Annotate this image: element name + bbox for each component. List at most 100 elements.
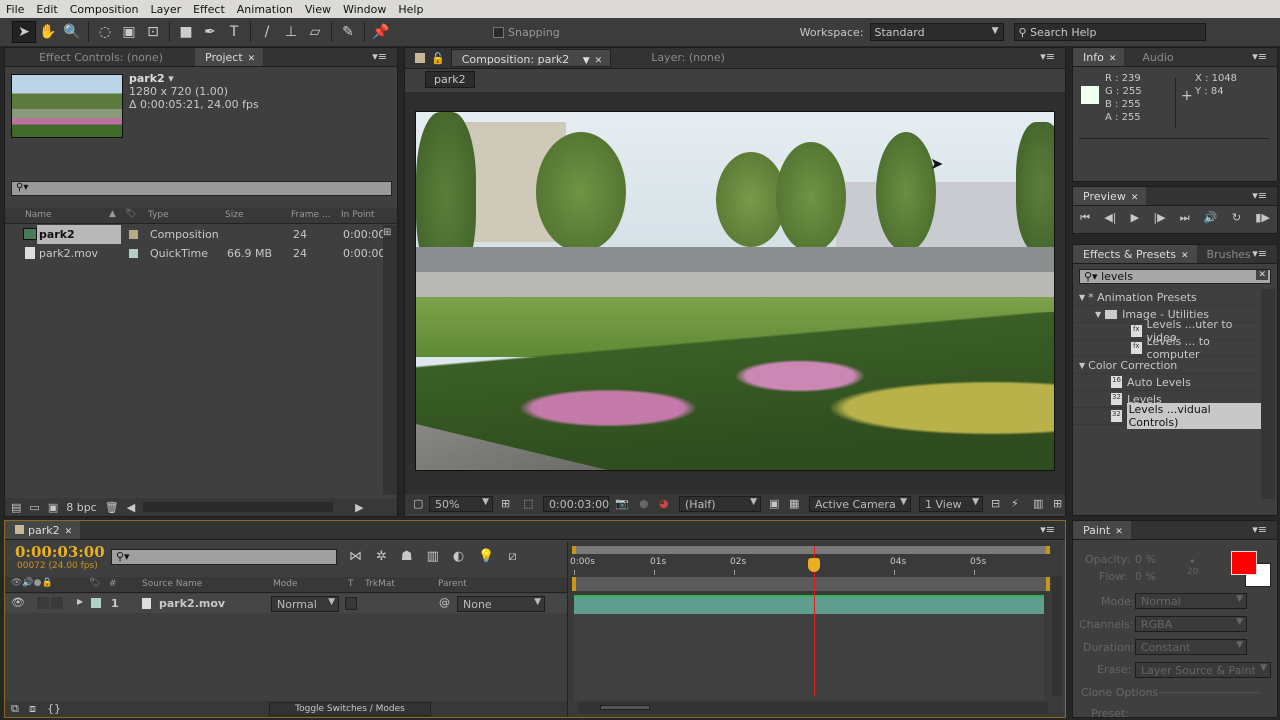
- menu-file[interactable]: File: [6, 3, 24, 16]
- fast-previews-icon[interactable]: ▣: [769, 497, 779, 510]
- menu-window[interactable]: Window: [343, 3, 386, 16]
- menu-help[interactable]: Help: [398, 3, 423, 16]
- rotate-tool-icon[interactable]: ◌: [93, 21, 117, 43]
- channels-dropdown[interactable]: RGBA ▼: [1135, 616, 1247, 632]
- tab-paint[interactable]: Paint ✕: [1073, 521, 1131, 539]
- magnification-dropdown[interactable]: 50% ▼: [429, 496, 493, 512]
- clone-stamp-tool-icon[interactable]: ⊥: [279, 21, 303, 43]
- col-type[interactable]: Type: [148, 210, 169, 220]
- tab-effects-presets[interactable]: Effects & Presets ✕: [1073, 245, 1197, 263]
- opacity-value[interactable]: 0 %: [1135, 553, 1156, 566]
- zoom-slider[interactable]: [578, 702, 1048, 714]
- project-search-input[interactable]: ⚲▾: [11, 181, 392, 196]
- graph-editor-icon[interactable]: ⧄: [508, 549, 516, 564]
- clear-search-icon[interactable]: ✕: [1256, 270, 1268, 280]
- menu-composition[interactable]: Composition: [70, 3, 139, 16]
- tab-timeline-park2[interactable]: park2 ✕: [5, 521, 81, 539]
- eraser-tool-icon[interactable]: ▱: [303, 21, 327, 43]
- item-dropdown-icon[interactable]: ▾: [168, 72, 174, 85]
- transparency-grid-icon[interactable]: ⬚: [523, 497, 533, 510]
- frame-blending-icon[interactable]: ▥: [427, 549, 439, 564]
- rectangle-tool-icon[interactable]: ■: [174, 21, 198, 43]
- bit-depth-button[interactable]: 8 bpc: [66, 501, 97, 514]
- horizontal-scrollbar[interactable]: [143, 502, 334, 512]
- timeline-search-input[interactable]: ⚲▾: [111, 549, 337, 565]
- comp-breadcrumb[interactable]: park2: [425, 71, 475, 88]
- composition-viewer[interactable]: ➤: [405, 92, 1065, 494]
- pan-behind-tool-icon[interactable]: ⊡: [141, 21, 165, 43]
- search-help-input[interactable]: ⚲ Search Help: [1013, 23, 1206, 41]
- camera-dropdown[interactable]: Active Camera ▼: [809, 496, 911, 512]
- toggle-switches-modes-button[interactable]: Toggle Switches / Modes: [269, 702, 431, 716]
- preserve-transparency-checkbox[interactable]: [345, 597, 357, 610]
- transfer-controls-icon[interactable]: ⧈: [29, 702, 36, 716]
- text-tool-icon[interactable]: T: [222, 21, 246, 43]
- col-in-point[interactable]: In Point: [341, 210, 375, 220]
- scroll-left-icon[interactable]: ◀: [127, 501, 135, 514]
- col-name[interactable]: Name: [25, 210, 52, 220]
- toggle-pixel-aspect-icon[interactable]: ⊟: [991, 497, 1000, 510]
- col-size[interactable]: Size: [225, 210, 243, 220]
- tab-audio[interactable]: Audio: [1124, 48, 1181, 66]
- work-area-bar[interactable]: [572, 546, 1050, 554]
- flow-value[interactable]: 0 %: [1135, 570, 1156, 583]
- puppet-pin-tool-icon[interactable]: 📌: [369, 21, 393, 43]
- trash-icon[interactable]: 🗑: [105, 501, 119, 514]
- eye-visibility-icon[interactable]: 👁: [11, 596, 25, 609]
- tab-effect-controls[interactable]: Effect Controls: (none): [5, 48, 195, 66]
- tab-composition[interactable]: Composition: park2 ▼ ✕: [450, 49, 612, 67]
- next-frame-icon[interactable]: |▶: [1153, 211, 1165, 225]
- project-scrollbar[interactable]: ⊞: [383, 225, 397, 495]
- menu-animation[interactable]: Animation: [237, 3, 293, 16]
- loop-icon[interactable]: ↻: [1232, 211, 1241, 225]
- draft-3d-icon[interactable]: ✲: [376, 549, 387, 564]
- parent-dropdown[interactable]: None ▼: [457, 596, 545, 612]
- fast-preview-icon[interactable]: ⚡: [1011, 497, 1019, 510]
- flowchart-icon[interactable]: ⊞: [1053, 497, 1062, 510]
- zoom-tool-icon[interactable]: 🔍: [60, 21, 84, 43]
- effects-tree-item[interactable]: fx Levels ... to computer: [1073, 335, 1261, 361]
- shy-layers-icon[interactable]: ☗: [401, 549, 413, 564]
- timeline-vertical-scrollbar[interactable]: [1052, 576, 1062, 696]
- first-frame-icon[interactable]: ⏮: [1080, 211, 1090, 225]
- effects-scrollbar[interactable]: [1261, 289, 1275, 499]
- effects-search-input[interactable]: ⚲▾ levels ✕: [1079, 269, 1271, 284]
- composition-mini-flowchart-icon[interactable]: ⋈: [349, 549, 362, 564]
- new-folder-icon[interactable]: ▭: [29, 501, 39, 514]
- effects-tree-item[interactable]: ▼ Color Correction: [1073, 357, 1261, 374]
- ram-preview-icon[interactable]: ▮▶: [1255, 211, 1270, 225]
- roto-brush-tool-icon[interactable]: ✎: [336, 21, 360, 43]
- tab-project[interactable]: Project ✕: [195, 48, 264, 66]
- col-frame-rate[interactable]: Frame ...: [291, 210, 331, 220]
- timeline-graph[interactable]: 0:00s01s02s03s04s05s: [567, 542, 1063, 717]
- always-preview-icon[interactable]: ▢: [413, 497, 423, 510]
- effects-tree-item[interactable]: 32 Levels ...vidual Controls): [1073, 403, 1261, 429]
- region-of-interest-icon[interactable]: ⊞: [501, 497, 510, 510]
- menu-layer[interactable]: Layer: [150, 3, 181, 16]
- erase-dropdown[interactable]: Layer Source & Paint ▼: [1135, 662, 1271, 678]
- previous-frame-icon[interactable]: ◀|: [1104, 211, 1116, 225]
- menu-effect[interactable]: Effect: [193, 3, 225, 16]
- motion-blur-icon[interactable]: ◐: [453, 549, 464, 564]
- view-layout-dropdown[interactable]: 1 View ▼: [919, 496, 983, 512]
- current-time-indicator[interactable]: [808, 558, 820, 572]
- show-snapshot-icon[interactable]: ●: [639, 497, 649, 510]
- pick-whip-icon[interactable]: @: [439, 596, 450, 609]
- in-out-stretch-icon[interactable]: {}: [47, 702, 61, 715]
- timeline-icon[interactable]: ▥: [1033, 497, 1043, 510]
- menu-edit[interactable]: Edit: [36, 3, 57, 16]
- expand-arrow-icon[interactable]: ▶: [77, 597, 83, 606]
- lock-icon[interactable]: 🔓: [431, 52, 445, 68]
- blend-mode-dropdown[interactable]: Normal ▼: [271, 596, 339, 612]
- tab-brushes[interactable]: Brushes: [1197, 245, 1259, 263]
- effects-tree-item[interactable]: 16 Auto Levels: [1073, 374, 1261, 391]
- current-time-field[interactable]: 0:00:03:00: [543, 496, 609, 512]
- menu-view[interactable]: View: [305, 3, 331, 16]
- tab-layer[interactable]: Layer: (none): [641, 48, 733, 68]
- last-frame-icon[interactable]: ⏭: [1180, 211, 1190, 225]
- workspace-dropdown[interactable]: Standard ▼: [869, 23, 1004, 41]
- hand-tool-icon[interactable]: ✋: [36, 21, 60, 43]
- snapshot-camera-icon[interactable]: 📷: [615, 497, 629, 510]
- project-row[interactable]: park2.mov QuickTime 66.9 MB 24 0:00:00: [5, 244, 385, 263]
- interpret-footage-icon[interactable]: ▤: [11, 501, 21, 514]
